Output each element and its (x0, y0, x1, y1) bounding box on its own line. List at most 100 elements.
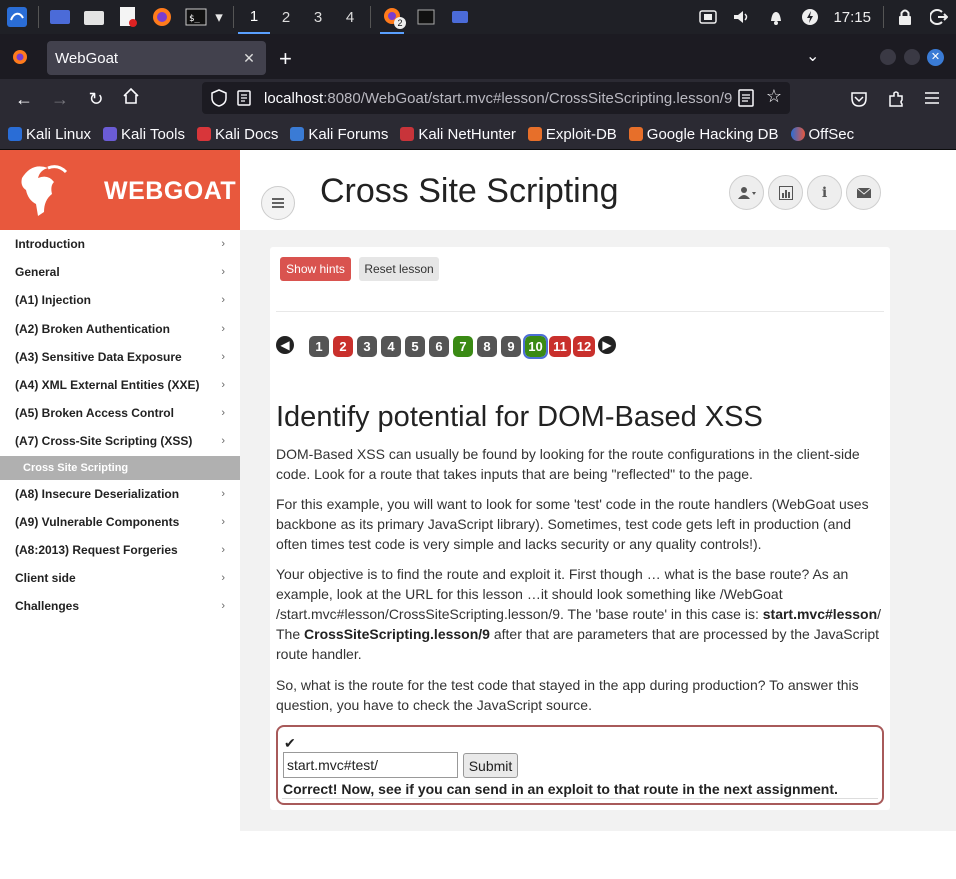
lock-icon[interactable] (893, 5, 917, 29)
kali-menu-icon[interactable] (5, 5, 29, 29)
user-menu-button[interactable] (729, 175, 764, 210)
menu-toggle-button[interactable] (261, 186, 295, 220)
reader-view-icon[interactable] (732, 89, 754, 111)
submit-button[interactable]: Submit (463, 753, 518, 778)
lesson-page-4[interactable]: 4 (381, 336, 401, 357)
show-hints-button[interactable]: Show hints (280, 257, 351, 281)
reload-icon[interactable]: ↻ (84, 87, 108, 111)
google-hacking-db-icon (628, 127, 643, 141)
firefox-icon[interactable] (150, 5, 174, 29)
bookmark-kali-tools[interactable]: Kali Tools (103, 126, 185, 143)
sidebar-item-vulnerable-components[interactable]: (A9) Vulnerable Components › (0, 508, 240, 536)
page-title: Cross Site Scripting (320, 172, 619, 210)
sidebar-item-request-forgeries[interactable]: (A8:2013) Request Forgeries › (0, 536, 240, 564)
lesson-page-7[interactable]: 7 (453, 336, 473, 357)
sidebar-item-challenges[interactable]: Challenges › (0, 592, 240, 620)
sidebar-item-client-side[interactable]: Client side › (0, 564, 240, 592)
lesson-page-2[interactable]: 2 (333, 336, 353, 357)
window-count-badge: 2 (394, 17, 406, 29)
sidebar-item-xss[interactable]: (A7) Cross-Site Scripting (XSS) › (0, 427, 240, 455)
terminal-window-icon[interactable] (414, 5, 438, 29)
lesson-page-1[interactable]: 1 (309, 336, 329, 357)
volume-icon[interactable] (730, 5, 754, 29)
reset-lesson-button[interactable]: Reset lesson (359, 257, 439, 281)
lesson-page-8[interactable]: 8 (477, 336, 497, 357)
desktop-window-icon[interactable] (448, 5, 472, 29)
terminal-icon[interactable]: $_ (184, 5, 208, 29)
next-page-arrow-icon[interactable]: ▶ (598, 336, 616, 354)
lesson-page-12[interactable]: 12 (573, 336, 595, 357)
lesson-page-11[interactable]: 11 (549, 336, 571, 357)
firefox-view-icon[interactable] (12, 49, 28, 70)
kali-nethunter-icon (400, 127, 415, 141)
exploit-db-icon (527, 127, 542, 141)
new-tab-button[interactable]: + (279, 46, 292, 72)
sidebar-item-broken-access-control[interactable]: (A5) Broken Access Control › (0, 399, 240, 427)
browser-tab-bar: WebGoat ✕ ⌄ ✕ (0, 34, 956, 79)
desktop-icon[interactable] (48, 5, 72, 29)
chevron-down-icon[interactable]: ▾ (213, 5, 225, 29)
close-tab-icon[interactable]: ✕ (240, 49, 258, 67)
bookmark-google-hacking-db[interactable]: Google Hacking DB (628, 126, 779, 143)
workspace-3[interactable]: 3 (302, 0, 334, 34)
lesson-page-5[interactable]: 5 (405, 336, 425, 357)
bookmark-kali-nethunter[interactable]: Kali NetHunter (400, 126, 516, 143)
about-button[interactable]: i (807, 175, 842, 210)
workspace-4[interactable]: 4 (334, 0, 366, 34)
bookmark-offsec[interactable]: OffSec (790, 126, 854, 143)
sidebar-item-introduction[interactable]: Introduction › (0, 230, 240, 258)
sidebar-item-xxe[interactable]: (A4) XML External Entities (XXE) › (0, 371, 240, 399)
pocket-icon[interactable] (850, 90, 868, 113)
extensions-icon[interactable] (887, 90, 905, 113)
text-editor-icon[interactable] (116, 5, 140, 29)
hamburger-menu-icon[interactable] (924, 91, 940, 110)
lesson-page-9[interactable]: 9 (501, 336, 521, 357)
workspace-2[interactable]: 2 (270, 0, 302, 34)
workspace-1[interactable]: 1 (238, 0, 270, 34)
route-answer-input[interactable] (283, 752, 458, 778)
bookmark-kali-forums[interactable]: Kali Forums (290, 126, 388, 143)
home-icon[interactable] (119, 87, 143, 111)
envelope-icon (856, 187, 871, 198)
url-path: :8080/WebGoat/start.mvc#lesson/CrossSite… (323, 89, 733, 107)
screenshot-icon[interactable] (696, 5, 720, 29)
sidebar-item-label: (A9) Vulnerable Components (15, 514, 180, 529)
logout-icon[interactable] (927, 5, 951, 29)
bookmark-star-icon[interactable]: ☆ (766, 86, 782, 107)
forward-arrow-icon[interactable]: → (48, 87, 72, 111)
report-card-button[interactable] (768, 175, 803, 210)
sidebar-subitem-cross-site-scripting[interactable]: Cross Site Scripting (0, 455, 240, 480)
sidebar-item-injection[interactable]: (A1) Injection › (0, 286, 240, 314)
maximize-window-button[interactable] (904, 49, 920, 65)
files-icon[interactable] (82, 5, 106, 29)
bookmark-kali-docs[interactable]: Kali Docs (196, 126, 278, 143)
list-all-tabs-icon[interactable]: ⌄ (806, 46, 819, 66)
lesson-page-3[interactable]: 3 (357, 336, 377, 357)
shield-icon[interactable] (211, 89, 227, 111)
contact-button[interactable] (846, 175, 881, 210)
firefox-window-icon[interactable]: 2 (380, 0, 406, 34)
webgoat-logo[interactable]: WEBGOAT (0, 150, 240, 230)
url-bar[interactable]: localhost:8080/WebGoat/start.mvc#lesson/… (202, 82, 790, 114)
bookmark-kali-linux[interactable]: Kali Linux (8, 126, 91, 143)
taskbar-separator (38, 6, 39, 28)
sidebar-item-broken-authentication[interactable]: (A2) Broken Authentication › (0, 315, 240, 343)
notification-bell-icon[interactable] (764, 5, 788, 29)
power-manager-icon[interactable] (798, 5, 822, 29)
sidebar-item-general[interactable]: General › (0, 258, 240, 286)
sidebar-item-label: Introduction (15, 237, 85, 252)
sidebar-item-insecure-deserialization[interactable]: (A8) Insecure Deserialization › (0, 480, 240, 508)
minimize-window-button[interactable] (880, 49, 896, 65)
back-arrow-icon[interactable]: ← (12, 87, 36, 111)
previous-page-arrow-icon[interactable]: ◀ (276, 336, 294, 354)
sidebar-item-sensitive-data-exposure[interactable]: (A3) Sensitive Data Exposure › (0, 343, 240, 371)
divider (282, 798, 878, 799)
bookmark-exploit-db[interactable]: Exploit-DB (527, 126, 617, 143)
browser-tab[interactable]: WebGoat ✕ (47, 41, 266, 75)
lesson-page-10[interactable]: 10 (523, 334, 548, 359)
system-taskbar: $_ ▾ 1 2 3 4 2 17:15 (0, 0, 956, 34)
lesson-page-6[interactable]: 6 (429, 336, 449, 357)
close-window-button[interactable]: ✕ (927, 49, 944, 66)
page-info-icon[interactable] (237, 90, 251, 110)
sidebar-item-label: (A5) Broken Access Control (15, 406, 174, 421)
